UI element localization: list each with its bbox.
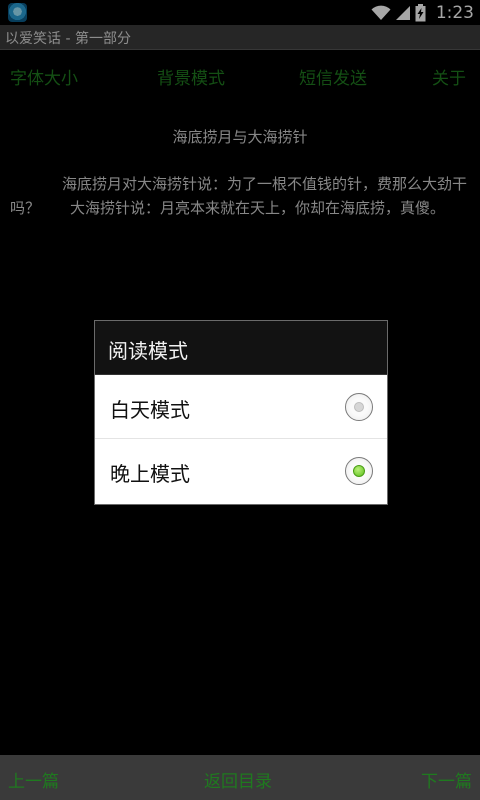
radio-selected-icon xyxy=(353,465,365,477)
prev-article-button[interactable]: 上一篇 xyxy=(8,767,59,792)
dialog-title: 阅读模式 xyxy=(108,339,188,363)
night-mode-radio[interactable] xyxy=(345,457,373,485)
radio-unselected-icon xyxy=(354,402,364,412)
day-mode-radio[interactable] xyxy=(345,393,373,421)
day-mode-label: 白天模式 xyxy=(110,398,190,422)
back-to-toc-button[interactable]: 返回目录 xyxy=(204,767,272,792)
dialog-header: 阅读模式 xyxy=(95,321,387,375)
day-mode-option[interactable]: 白天模式 xyxy=(95,375,387,439)
night-mode-label: 晚上模式 xyxy=(110,462,190,486)
night-mode-option[interactable]: 晚上模式 xyxy=(95,439,387,503)
reading-mode-dialog: 阅读模式 白天模式 晚上模式 xyxy=(94,320,388,505)
bottom-nav-bar: 上一篇 返回目录 下一篇 xyxy=(0,755,480,800)
next-article-button[interactable]: 下一篇 xyxy=(421,767,472,792)
